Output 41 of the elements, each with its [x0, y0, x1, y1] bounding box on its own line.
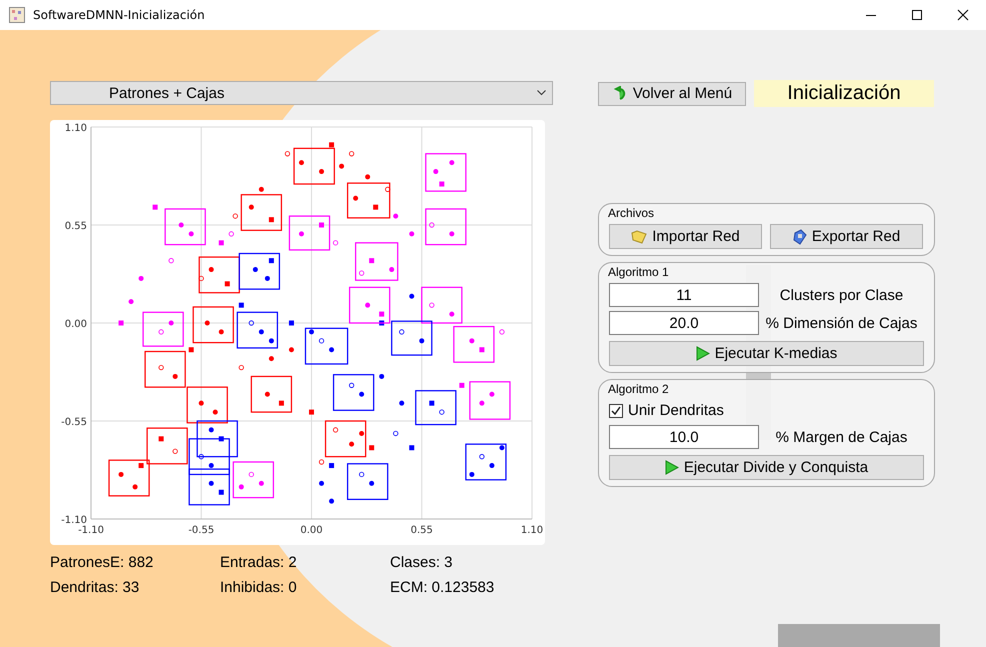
clusters-input[interactable]: 11 [609, 283, 759, 307]
field-label: % Dimensión de Cajas [764, 314, 918, 332]
export-button[interactable]: Exportar Red [770, 224, 923, 249]
run-kmeans-button[interactable]: Ejecutar K-medias [609, 341, 924, 366]
checkbox-label: Unir Dendritas [628, 402, 724, 419]
stat-text: Inhibidas: 0 [220, 578, 298, 597]
stat-text: Entradas: 2 [220, 553, 298, 572]
axis-tick-label: 0.00 [300, 525, 323, 536]
play-icon [696, 346, 710, 361]
axis-tick-label: 1.10 [520, 525, 544, 536]
field-label: % Margen de Cajas [774, 428, 908, 446]
axis-tick-label: -0.55 [61, 417, 87, 428]
axis-tick-label: 0.55 [410, 525, 433, 536]
axis-tick-label: 1.10 [64, 123, 87, 134]
app-icon [9, 7, 25, 23]
group-title: Archivos [608, 205, 654, 220]
folder-icon [631, 229, 648, 244]
field-label: Clusters por Clase [778, 286, 904, 304]
axis-tick-label: -0.55 [188, 525, 214, 536]
back-button[interactable]: Volver al Menú [598, 82, 746, 106]
play-icon [664, 460, 679, 475]
stat-text: PatronesE: 882 [50, 553, 154, 572]
stat-text: Dendritas: 33 [50, 578, 140, 597]
window-title: SoftwareDMNN-Inicialización [33, 8, 205, 22]
view-dropdown[interactable]: Patrones + Cajas [50, 81, 553, 105]
group-title: Algoritmo 2 [608, 381, 669, 396]
axis-tick-label: 0.00 [64, 319, 87, 330]
axis-tick-label: 0.55 [64, 221, 87, 232]
mode-label: Inicialización [754, 80, 934, 107]
run-divide-button[interactable]: Ejecutar Divide y Conquista [609, 455, 924, 480]
stat-text: ECM: 0.123583 [390, 578, 496, 597]
axis-tick-label: -1.10 [78, 525, 104, 536]
checkbox[interactable] [609, 404, 623, 418]
margin-input[interactable]: 10.0 [609, 425, 759, 449]
chevron-down-icon [537, 90, 546, 96]
group-title: Algoritmo 1 [608, 264, 669, 279]
stat-text: Clases: 3 [390, 553, 454, 572]
return-arrow-icon [612, 86, 628, 102]
box-size-input[interactable]: 20.0 [609, 311, 759, 335]
import-button[interactable]: Importar Red [609, 224, 762, 249]
axis-tick-label: -1.10 [61, 515, 87, 526]
